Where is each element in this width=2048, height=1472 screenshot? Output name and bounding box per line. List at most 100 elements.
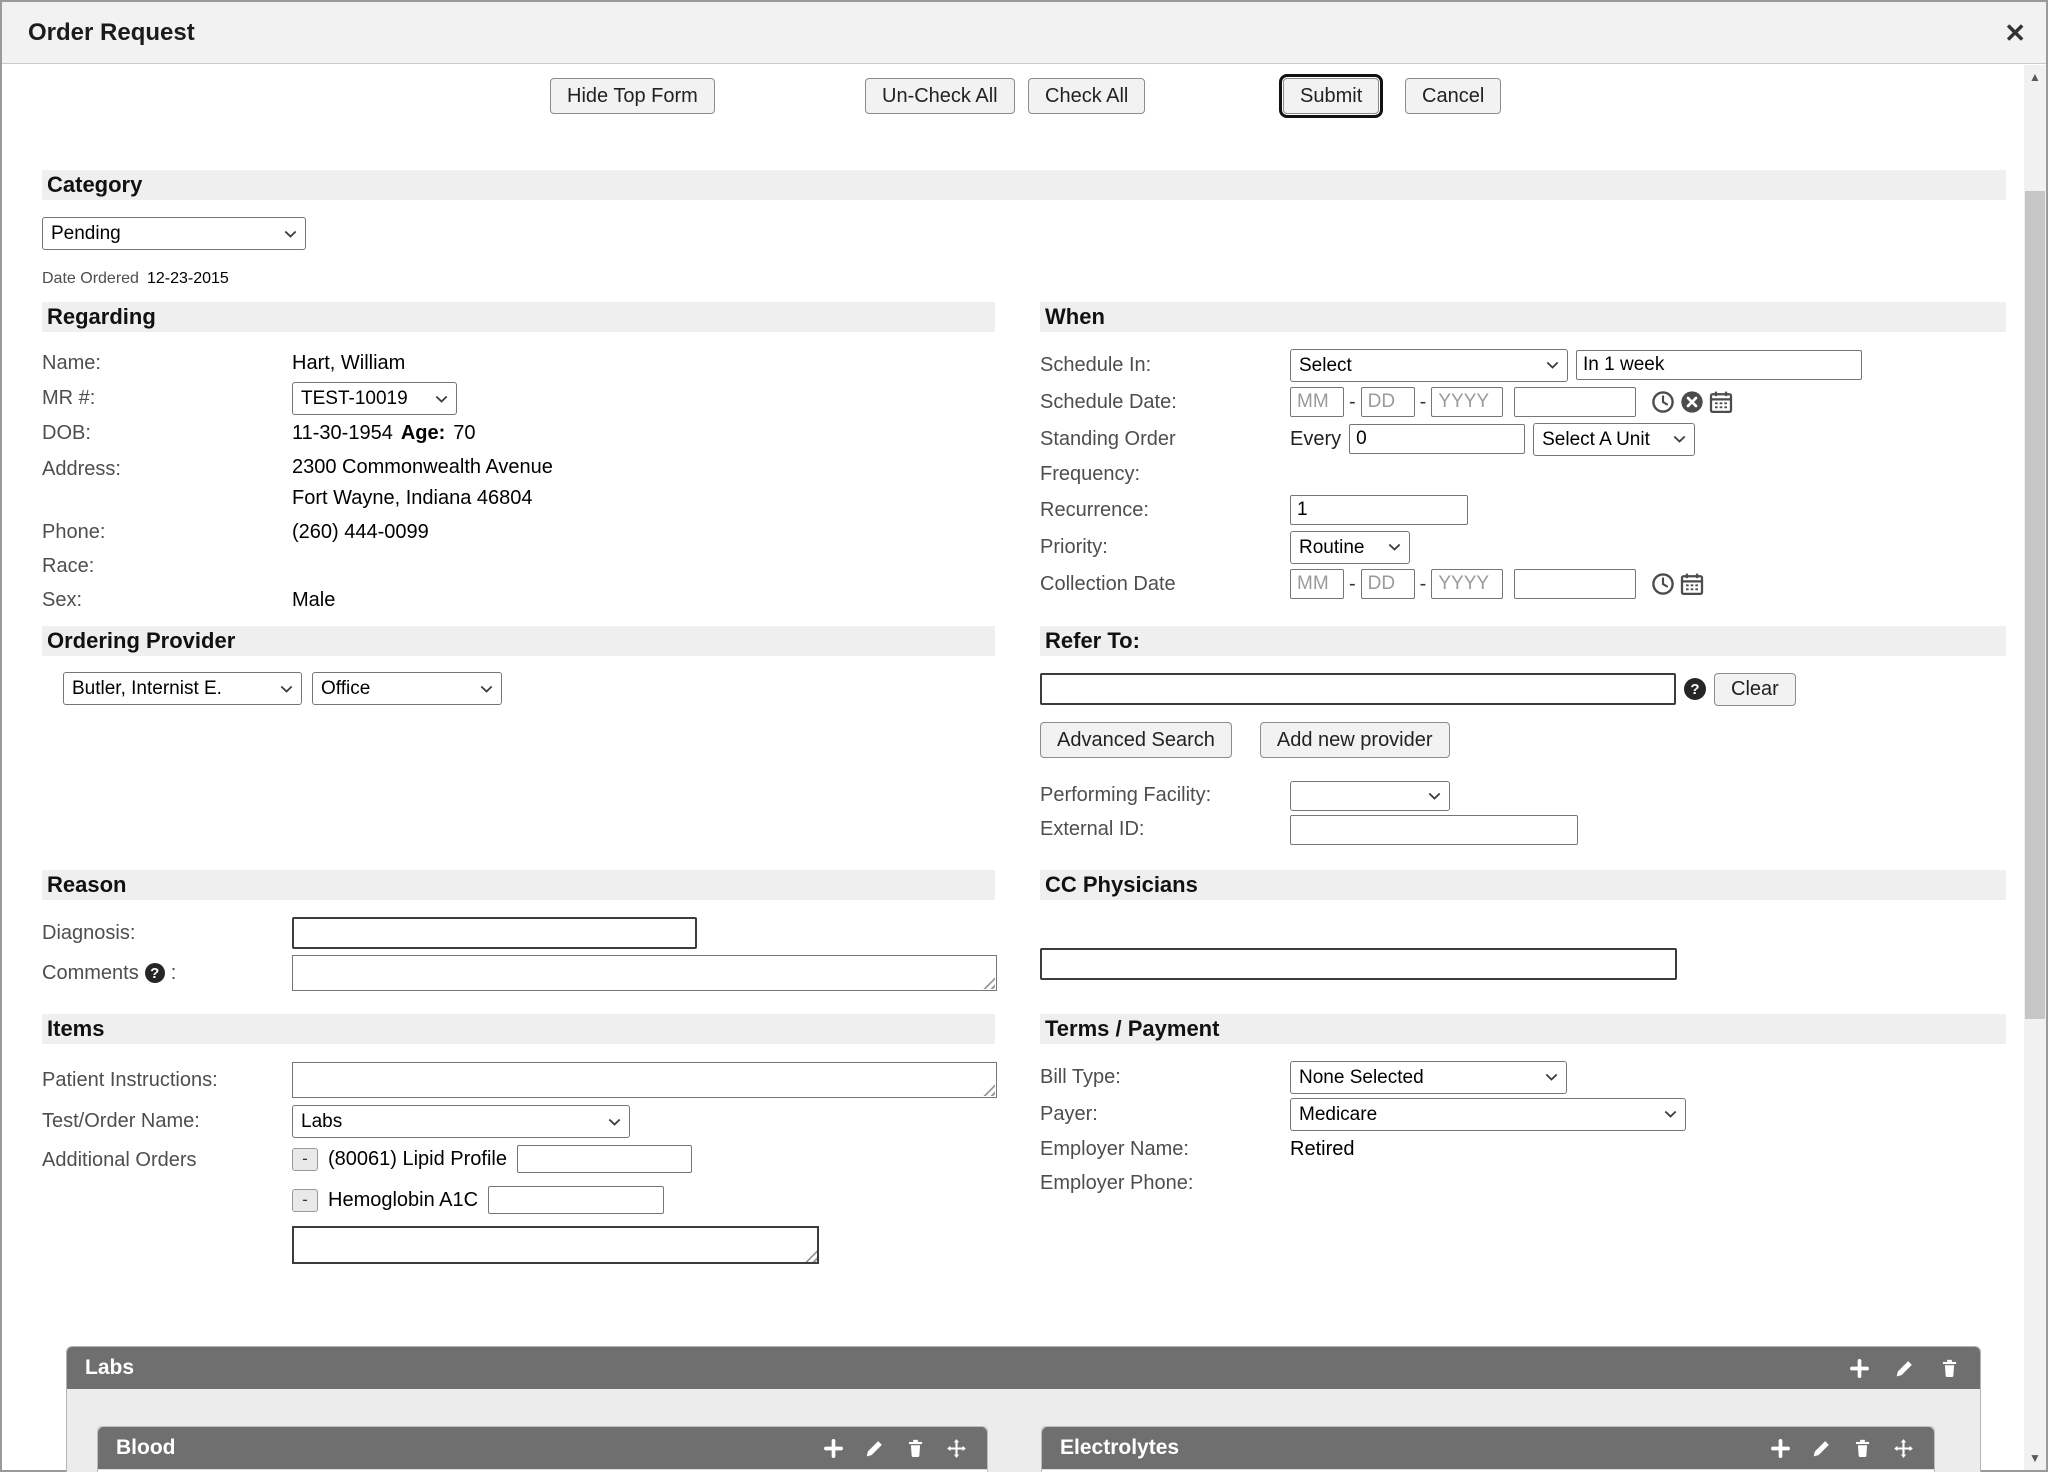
- delete-icon[interactable]: [905, 1438, 926, 1459]
- payer-select[interactable]: Medicare: [1290, 1098, 1686, 1131]
- performing-facility-label: Performing Facility:: [1040, 780, 1290, 811]
- comments-textarea[interactable]: [292, 955, 997, 991]
- order-value-input[interactable]: [488, 1186, 664, 1214]
- terms-payment-section-header: Terms / Payment: [1040, 1014, 2006, 1044]
- external-id-label: External ID:: [1040, 814, 1290, 845]
- priority-select[interactable]: Routine: [1290, 531, 1410, 564]
- labs-panel-header: Labs: [67, 1347, 1980, 1389]
- help-icon[interactable]: ?: [1684, 678, 1706, 700]
- blood-group-panel: Blood ANA: [97, 1426, 988, 1472]
- section-cc-physicians: CC Physicians: [1040, 870, 2006, 993]
- race-label: Race:: [42, 551, 292, 582]
- edit-icon[interactable]: [864, 1438, 885, 1459]
- section-refer-to: Refer To: ? Clear Advanced Search Add ne…: [1040, 626, 2006, 845]
- add-icon[interactable]: [823, 1438, 844, 1459]
- diagnosis-input[interactable]: [292, 917, 697, 949]
- edit-icon[interactable]: [1811, 1438, 1832, 1459]
- hide-top-form-button[interactable]: Hide Top Form: [550, 78, 715, 114]
- date-ordered-value: 12-23-2015: [147, 270, 229, 288]
- check-all-button[interactable]: Check All: [1028, 78, 1145, 114]
- age-value: 70: [453, 422, 475, 445]
- ordering-provider-select[interactable]: Butler, Internist E.: [63, 672, 302, 705]
- toolbar: Hide Top Form Un-Check All Check All Sub…: [42, 64, 2006, 136]
- date-separator: -: [1349, 391, 1356, 414]
- advanced-search-button[interactable]: Advanced Search: [1040, 722, 1232, 758]
- standing-order-unit-select[interactable]: Select A Unit: [1533, 423, 1695, 456]
- refer-to-search-input[interactable]: [1040, 673, 1676, 705]
- additional-orders-textarea[interactable]: [292, 1226, 819, 1264]
- section-regarding: Regarding Name: Hart, William MR #: TEST…: [42, 302, 995, 616]
- section-ordering-provider: Ordering Provider Butler, Internist E. O…: [42, 626, 995, 845]
- external-id-input[interactable]: [1290, 815, 1578, 845]
- test-order-name-label: Test/Order Name:: [42, 1106, 292, 1137]
- comments-label: Comments ? :: [42, 958, 292, 989]
- every-input[interactable]: [1349, 424, 1525, 454]
- uncheck-all-button[interactable]: Un-Check All: [865, 78, 1015, 114]
- clear-button[interactable]: Clear: [1714, 673, 1796, 706]
- recurrence-input[interactable]: [1290, 495, 1468, 525]
- scrollbar-thumb[interactable]: [2025, 191, 2045, 1019]
- dialog-title: Order Request: [28, 19, 195, 47]
- blood-group-header: Blood: [98, 1427, 987, 1469]
- mr-label: MR #:: [42, 383, 292, 414]
- move-icon[interactable]: [1893, 1438, 1914, 1459]
- schedule-in-input[interactable]: [1576, 350, 1862, 380]
- refer-to-section-header: Refer To:: [1040, 626, 2006, 656]
- collection-time-input[interactable]: [1514, 569, 1636, 599]
- labs-panel: Labs Blood: [66, 1346, 1981, 1472]
- delete-icon[interactable]: [1852, 1438, 1873, 1459]
- schedule-time-input[interactable]: [1514, 387, 1636, 417]
- cancel-button[interactable]: Cancel: [1405, 78, 1501, 114]
- move-icon[interactable]: [946, 1438, 967, 1459]
- bill-type-label: Bill Type:: [1040, 1062, 1290, 1093]
- dob-label: DOB:: [42, 418, 292, 449]
- scroll-up-icon[interactable]: ▲: [2024, 65, 2046, 89]
- performing-facility-select[interactable]: [1290, 781, 1450, 811]
- labs-panel-title: Labs: [85, 1356, 134, 1380]
- reason-section-header: Reason: [42, 870, 995, 900]
- add-icon[interactable]: [1770, 1438, 1791, 1459]
- frequency-label: Frequency:: [1040, 459, 1290, 490]
- schedule-year-input[interactable]: [1431, 387, 1503, 417]
- submit-button[interactable]: Submit: [1283, 78, 1379, 114]
- schedule-in-label: Schedule In:: [1040, 350, 1290, 381]
- patient-instructions-textarea[interactable]: [292, 1062, 997, 1098]
- scrollbar[interactable]: ▲ ▼: [2024, 65, 2046, 1470]
- collection-day-input[interactable]: [1361, 569, 1415, 599]
- items-section-header: Items: [42, 1014, 995, 1044]
- regarding-section-header: Regarding: [42, 302, 995, 332]
- mr-number-select[interactable]: TEST-10019: [292, 382, 457, 415]
- date-separator: -: [1349, 573, 1356, 596]
- employer-phone-label: Employer Phone:: [1040, 1168, 1290, 1199]
- schedule-month-input[interactable]: [1290, 387, 1344, 417]
- delete-icon[interactable]: [1939, 1358, 1960, 1379]
- bill-type-select[interactable]: None Selected: [1290, 1061, 1567, 1094]
- schedule-day-input[interactable]: [1361, 387, 1415, 417]
- collection-month-input[interactable]: [1290, 569, 1344, 599]
- provider-location-select[interactable]: Office: [312, 672, 502, 705]
- clear-date-icon[interactable]: [1680, 390, 1704, 414]
- remove-order-button[interactable]: -: [292, 1148, 318, 1171]
- additional-orders-label: Additional Orders: [42, 1143, 292, 1174]
- scroll-down-icon[interactable]: ▼: [2024, 1446, 2046, 1470]
- cc-physicians-input[interactable]: [1040, 948, 1677, 980]
- clock-icon[interactable]: [1651, 390, 1675, 414]
- collection-year-input[interactable]: [1431, 569, 1503, 599]
- titlebar: Order Request ✕: [2, 2, 2046, 64]
- calendar-icon[interactable]: [1680, 572, 1704, 596]
- clock-icon[interactable]: [1651, 572, 1675, 596]
- add-icon[interactable]: [1849, 1358, 1870, 1379]
- order-value-input[interactable]: [517, 1145, 692, 1173]
- edit-icon[interactable]: [1894, 1358, 1915, 1379]
- section-when: When Schedule In: Select Schedule Date:: [1040, 302, 2006, 616]
- calendar-icon[interactable]: [1709, 390, 1733, 414]
- close-icon[interactable]: ✕: [2004, 20, 2026, 46]
- remove-order-button[interactable]: -: [292, 1189, 318, 1212]
- add-new-provider-button[interactable]: Add new provider: [1260, 722, 1450, 758]
- schedule-in-select[interactable]: Select: [1290, 349, 1568, 382]
- order-label: Hemoglobin A1C: [328, 1189, 478, 1212]
- category-select[interactable]: Pending: [42, 217, 306, 250]
- help-icon[interactable]: ?: [145, 963, 165, 983]
- date-separator: -: [1420, 573, 1427, 596]
- test-order-name-select[interactable]: Labs: [292, 1105, 630, 1138]
